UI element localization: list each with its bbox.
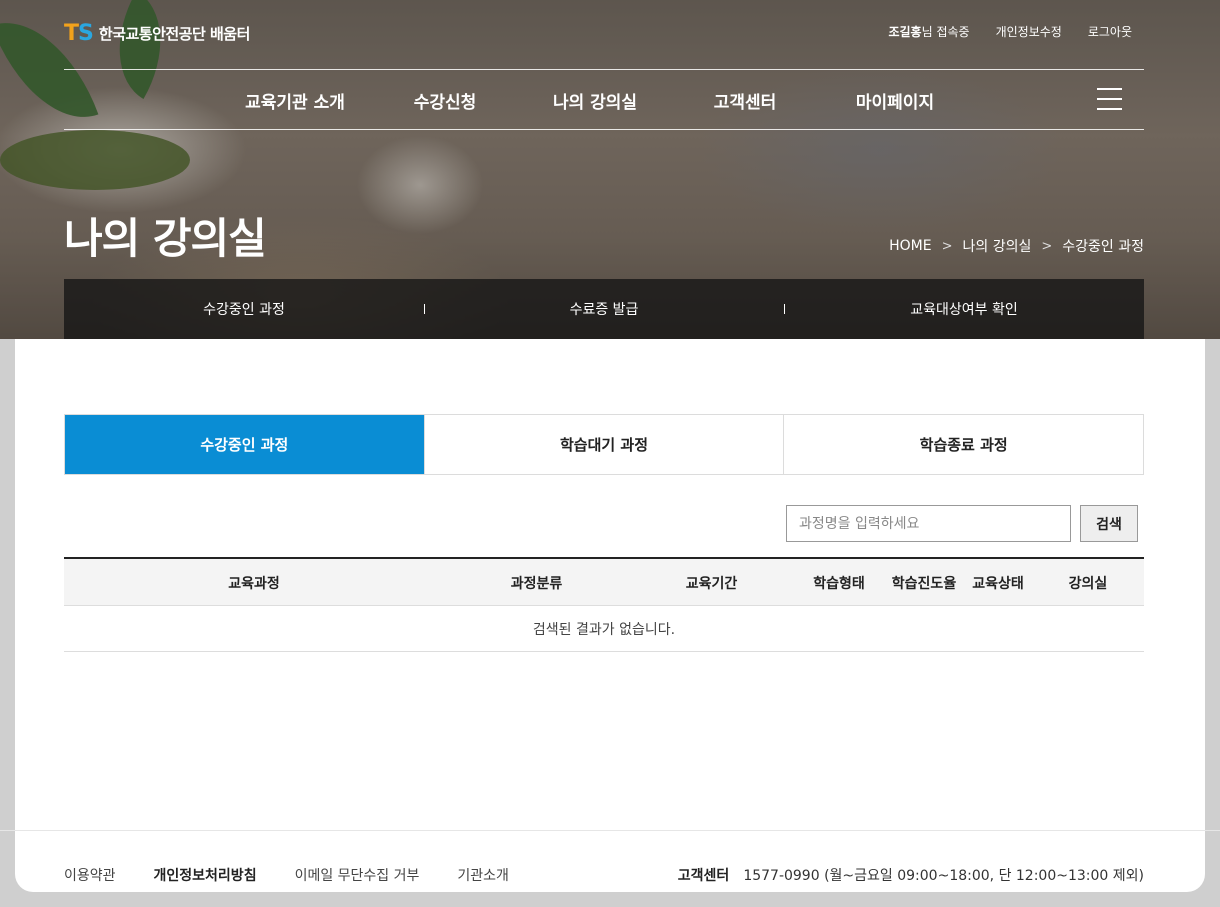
gnb-item-my-classroom[interactable]: 나의 강의실	[520, 88, 670, 113]
site-logo[interactable]: TS 한국교통안전공단 배움터	[64, 21, 250, 46]
breadcrumb-my-classroom[interactable]: 나의 강의실	[963, 236, 1032, 256]
course-search-input[interactable]	[786, 505, 1071, 542]
cs-label: 고객센터	[677, 868, 730, 884]
footer-link-about[interactable]: 기관소개	[457, 865, 509, 885]
gnb-item-mypage[interactable]: 마이페이지	[820, 88, 970, 113]
footer-link-email-refusal[interactable]: 이메일 무단수집 거부	[295, 865, 420, 885]
tab-in-progress[interactable]: 수강중인 과정	[65, 415, 424, 474]
cs-phone: 1577-0990	[743, 868, 820, 884]
global-nav: 교육기관 소개 수강신청 나의 강의실 고객센터 마이페이지	[220, 70, 970, 130]
login-status: 조길홍님 접속중	[888, 23, 969, 40]
column-header-type: 학습형태	[813, 575, 865, 592]
course-tabs: 수강중인 과정 학습대기 과정 학습종료 과정	[64, 414, 1144, 475]
search-button[interactable]: 검색	[1080, 505, 1138, 542]
tab-completed[interactable]: 학습종료 과정	[783, 415, 1143, 474]
footer-link-terms[interactable]: 이용약관	[64, 865, 116, 885]
table-header: 교육과정 과정분류 교육기간 학습형태 학습진도율 교육상태 강의실	[64, 559, 1144, 606]
gnb-item-enrollment[interactable]: 수강신청	[370, 88, 520, 113]
menu-icon[interactable]	[1097, 88, 1122, 111]
subnav-item-certificate[interactable]: 수료증 발급	[424, 279, 784, 339]
gnb-item-institution[interactable]: 교육기관 소개	[220, 88, 370, 113]
user-suffix: 님 접속중	[921, 25, 970, 39]
course-table: 교육과정 과정분류 교육기간 학습형태 학습진도율 교육상태 강의실 검색된 결…	[64, 557, 1144, 652]
chevron-right-icon: >	[941, 238, 953, 254]
edit-info-link[interactable]: 개인정보수정	[996, 23, 1062, 40]
tab-waiting[interactable]: 학습대기 과정	[423, 415, 784, 474]
breadcrumb-current[interactable]: 수강중인 과정	[1062, 236, 1144, 256]
customer-center-info: 고객센터 1577-0990 (월~금요일 09:00~18:00, 단 12:…	[678, 865, 1144, 885]
logout-link[interactable]: 로그아웃	[1088, 23, 1132, 40]
logo-text: 한국교통안전공단 배움터	[98, 25, 251, 43]
utility-menu: 조길홍님 접속중 개인정보수정 로그아웃	[888, 23, 1132, 40]
footer-link-privacy[interactable]: 개인정보처리방침	[154, 865, 257, 885]
footer-divider	[0, 830, 1220, 831]
subnav-item-eligibility[interactable]: 교육대상여부 확인	[784, 279, 1144, 339]
subnav-item-in-progress[interactable]: 수강중인 과정	[64, 279, 424, 339]
ts-logo-icon: TS	[64, 21, 94, 46]
footer-links: 이용약관 개인정보처리방침 이메일 무단수집 거부 기관소개	[64, 865, 509, 885]
breadcrumb-home[interactable]: HOME	[889, 238, 931, 254]
column-header-category: 과정분류	[510, 575, 563, 592]
column-header-progress: 학습진도율	[891, 575, 957, 592]
chevron-right-icon: >	[1041, 238, 1053, 254]
table-empty-row: 검색된 결과가 없습니다.	[64, 606, 1144, 652]
column-header-status: 교육상태	[972, 575, 1024, 592]
gnb-bottom-divider	[64, 129, 1144, 130]
sub-navigation: 수강중인 과정 수료증 발급 교육대상여부 확인	[64, 279, 1144, 339]
cs-hours: (월~금요일 09:00~18:00, 단 12:00~13:00 제외)	[824, 868, 1144, 884]
column-header-classroom: 강의실	[1068, 575, 1108, 592]
breadcrumb: HOME > 나의 강의실 > 수강중인 과정	[889, 236, 1144, 256]
user-name: 조길홍	[888, 25, 922, 39]
column-header-course: 교육과정	[228, 575, 280, 592]
column-header-period: 교육기간	[685, 575, 738, 592]
gnb-item-customer-center[interactable]: 고객센터	[670, 88, 820, 113]
page-title: 나의 강의실	[64, 214, 267, 263]
cs-contact: 1577-0990 (월~금요일 09:00~18:00, 단 12:00~13…	[743, 865, 1144, 885]
